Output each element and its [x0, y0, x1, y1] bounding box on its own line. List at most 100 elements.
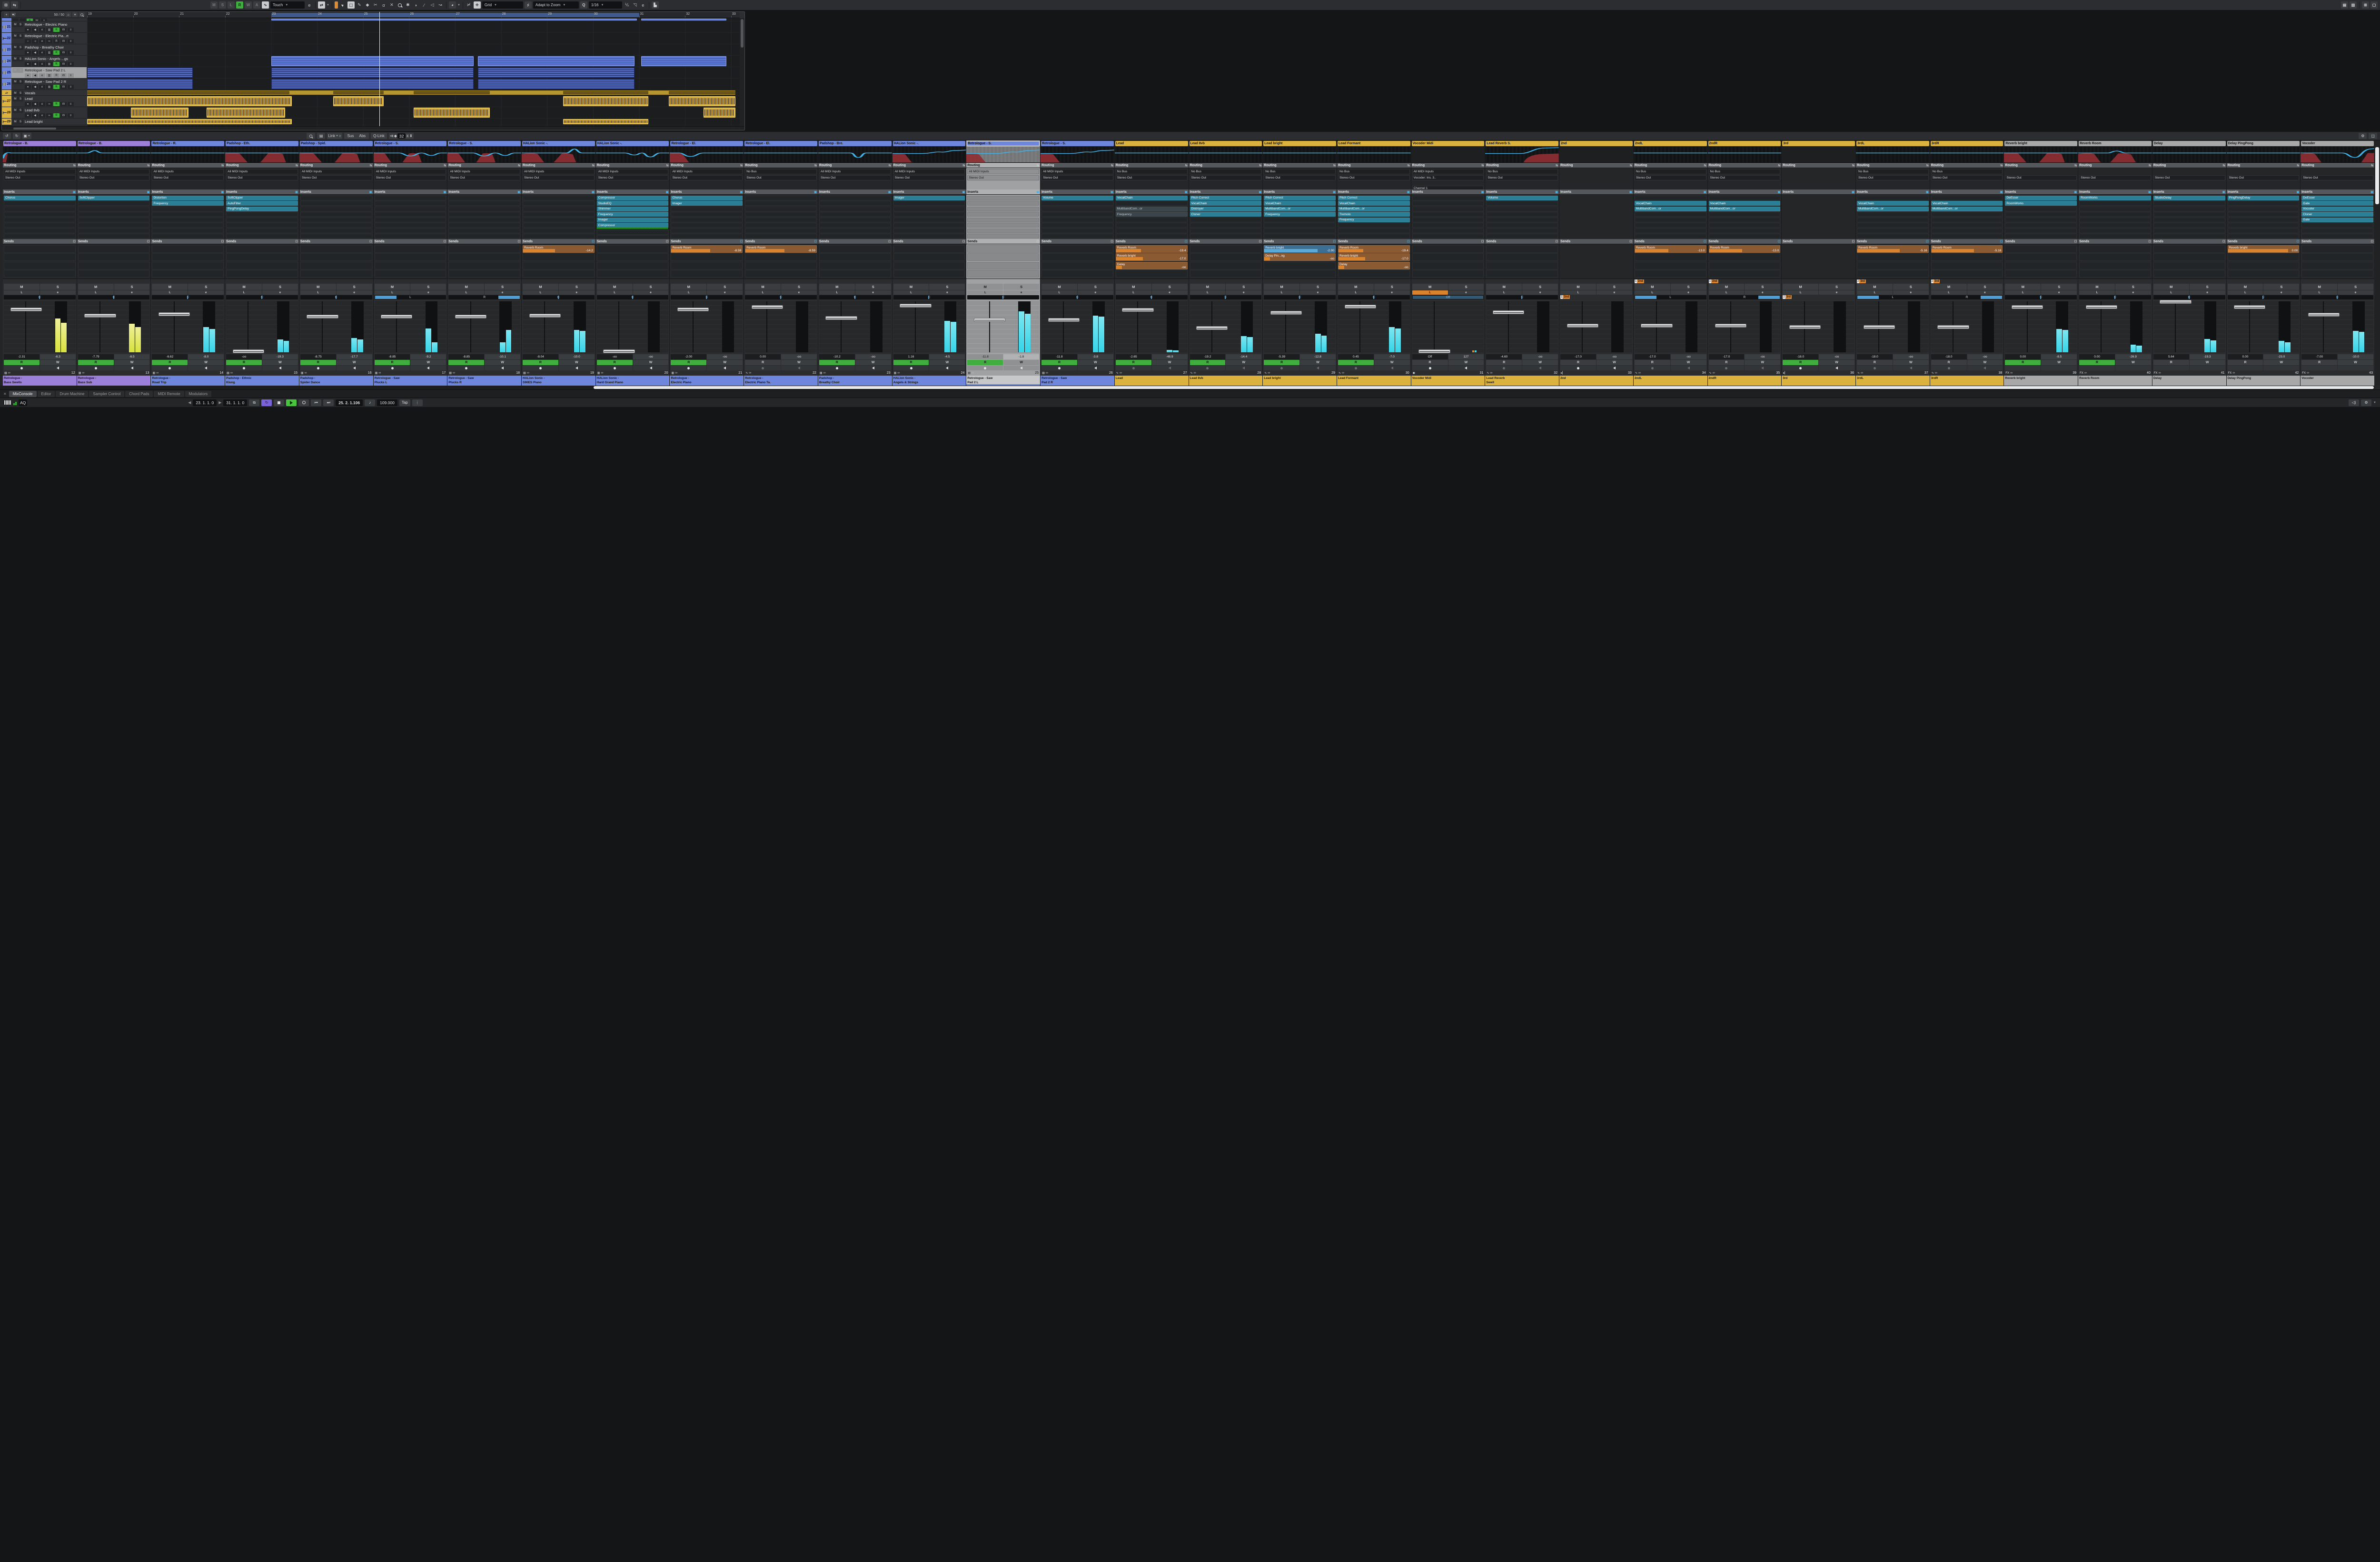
channel-strip-button[interactable]: ≡ [68, 50, 74, 55]
record-enable-button[interactable] [745, 366, 781, 370]
edit-channel-button[interactable]: e [39, 28, 45, 32]
fader-handle[interactable] [825, 316, 857, 320]
edit-channel-button[interactable]: e [1522, 290, 1558, 295]
fader-area[interactable] [1190, 300, 1262, 353]
listen-button[interactable]: L [1412, 290, 1448, 295]
output-routing[interactable]: Stereo Out [1931, 175, 2003, 180]
channel-name-plate[interactable]: 3rdL [1855, 376, 1930, 386]
audio-event[interactable] [563, 119, 648, 124]
read-automation-button[interactable]: R [236, 1, 243, 9]
automation-settings-icon[interactable]: e [306, 1, 313, 9]
channel-strip-padshop-spid-[interactable]: Padshop - Spid. Routing ⇆ All MIDI Inputs St… [299, 140, 373, 386]
insert-slot-empty[interactable] [745, 212, 817, 217]
channel-strip-retrologue-el-[interactable]: Retrologue - El. Routing ⇆ All MIDI Inputs S… [670, 140, 744, 386]
listen-button[interactable]: L [2227, 290, 2263, 295]
inserts-icon[interactable]: ▣ [962, 190, 965, 194]
read-button[interactable]: R [53, 102, 60, 106]
insert-plugin[interactable]: Imager [596, 217, 669, 222]
sends-icon[interactable]: ☐ [73, 240, 75, 243]
mute-button[interactable]: M [448, 284, 485, 290]
read-button[interactable]: R [53, 39, 60, 43]
eq-curve-display[interactable] [966, 147, 1041, 163]
insert-slot-empty[interactable] [1412, 217, 1484, 222]
write-button[interactable]: W [633, 360, 669, 365]
output-routing[interactable]: Stereo Out [2079, 175, 2151, 180]
knife-tool[interactable]: ◆ [364, 1, 371, 9]
routing-icon[interactable]: ⇆ [889, 164, 891, 167]
fader-value[interactable]: -18.0 [1783, 354, 1819, 359]
workspace-icon[interactable]: ⊟ [2, 1, 10, 9]
edit-channel-button[interactable]: e [558, 290, 595, 295]
input-routing[interactable]: No Bus [1708, 169, 1781, 174]
solo-button[interactable]: S [1670, 284, 1706, 290]
output-routing[interactable]: Stereo Out [374, 175, 446, 180]
record-enable-button[interactable] [1264, 366, 1300, 370]
inserts-icon[interactable]: ▣ [1926, 190, 1929, 194]
output-routing[interactable]: Stereo Out [448, 175, 521, 180]
insert-slot-empty[interactable] [2227, 217, 2300, 222]
listen-button[interactable]: L [1264, 290, 1300, 295]
mute-button[interactable]: M [1634, 284, 1670, 290]
routing-icon[interactable]: ⇆ [147, 164, 149, 167]
insert-slot-empty[interactable] [226, 228, 298, 233]
insert-slot-empty[interactable] [4, 206, 76, 211]
peak-value[interactable]: -23.0 [2263, 354, 2300, 359]
channel-strip-3rdl[interactable]: 3rdL Routing ⇆ No Bus Stereo Out Inserts ▣ Voca… [1855, 140, 1930, 386]
monitor-button[interactable]: ◀ [32, 50, 38, 55]
solo-button[interactable]: S [2263, 284, 2300, 290]
channel-strip-padshop-bre-[interactable]: Padshop - Bre. Routing ⇆ All MIDI Inputs Ste… [818, 140, 892, 386]
mute-tool[interactable]: ✕ [388, 1, 395, 9]
fader-area[interactable] [2301, 300, 2373, 353]
insert-slot-empty[interactable] [819, 234, 891, 239]
insert-slot-empty[interactable] [1486, 234, 1558, 239]
insert-slot-empty[interactable] [152, 212, 224, 217]
pan-control[interactable]: C [2301, 295, 2373, 299]
play-tool[interactable]: ◁ [429, 1, 436, 9]
write-button[interactable]: W [1300, 360, 1336, 365]
automation-icon[interactable]: ∿ [262, 1, 269, 9]
insert-slot-empty[interactable] [893, 201, 965, 206]
listen-button[interactable]: L [2005, 290, 2041, 295]
fader-area[interactable] [1708, 300, 1781, 353]
solo-button[interactable]: S [1745, 284, 1781, 290]
pan-control[interactable]: C [300, 295, 372, 299]
fader-handle[interactable] [159, 312, 190, 317]
sends-icon[interactable]: ☐ [1778, 240, 1780, 243]
send-slot-empty[interactable] [1486, 270, 1558, 278]
input-routing[interactable]: All MIDI Inputs [78, 169, 150, 174]
add-track-button[interactable]: + [4, 12, 9, 17]
insert-slot-empty[interactable] [967, 223, 1040, 228]
mute-all-button[interactable]: M [210, 1, 218, 9]
eq-curve-display[interactable] [1633, 147, 1707, 163]
insert-plugin[interactable]: VocalChain [1190, 201, 1262, 206]
inserts-icon[interactable]: ▣ [1778, 190, 1781, 194]
sends-icon[interactable]: ☐ [592, 240, 594, 243]
sends-icon[interactable]: ☐ [2297, 240, 2299, 243]
insert-slot-empty[interactable] [1115, 201, 1188, 206]
fader-value[interactable]: -5.39 [1264, 354, 1300, 359]
send-slot-empty[interactable] [1931, 270, 2003, 278]
sends-icon[interactable]: ☐ [1629, 240, 1632, 243]
routing-icon[interactable]: ⇆ [592, 164, 595, 167]
midi-part[interactable] [87, 79, 193, 89]
insert-plugin[interactable]: Pitch Correct [1264, 195, 1336, 200]
insert-slot-empty[interactable] [226, 223, 298, 228]
write-button[interactable]: W [2041, 360, 2077, 365]
channel-name[interactable]: 3rdL [1856, 141, 1929, 146]
insert-slot-empty[interactable] [1486, 228, 1558, 233]
mute-button[interactable]: M [1412, 284, 1448, 290]
send-slot-empty[interactable] [2005, 245, 2077, 253]
insert-slot-empty[interactable] [967, 234, 1040, 239]
mute-button[interactable]: M [13, 120, 18, 124]
channel-strip-lead-bright[interactable]: Lead bright Routing ⇆ No Bus Stereo Out Inser… [1263, 140, 1337, 386]
direct-routing-tag[interactable]: 1 2nd [1708, 279, 1718, 283]
monitor-button[interactable] [114, 366, 150, 370]
eq-curve-display[interactable] [2078, 147, 2152, 163]
fader-value[interactable]: -17.0 [1708, 354, 1745, 359]
output-routing[interactable]: Stereo Out [2227, 175, 2300, 180]
channel-name-plate[interactable]: Retrologue - Saw Plucks R [447, 376, 522, 386]
monitor-button[interactable] [633, 366, 669, 370]
track-row[interactable]: 22 M S Retrologue - Electric Pia...rt ● ◀ e… [2, 33, 87, 44]
record-enable-button[interactable] [374, 366, 410, 370]
listen-all-button[interactable]: L [228, 1, 235, 9]
